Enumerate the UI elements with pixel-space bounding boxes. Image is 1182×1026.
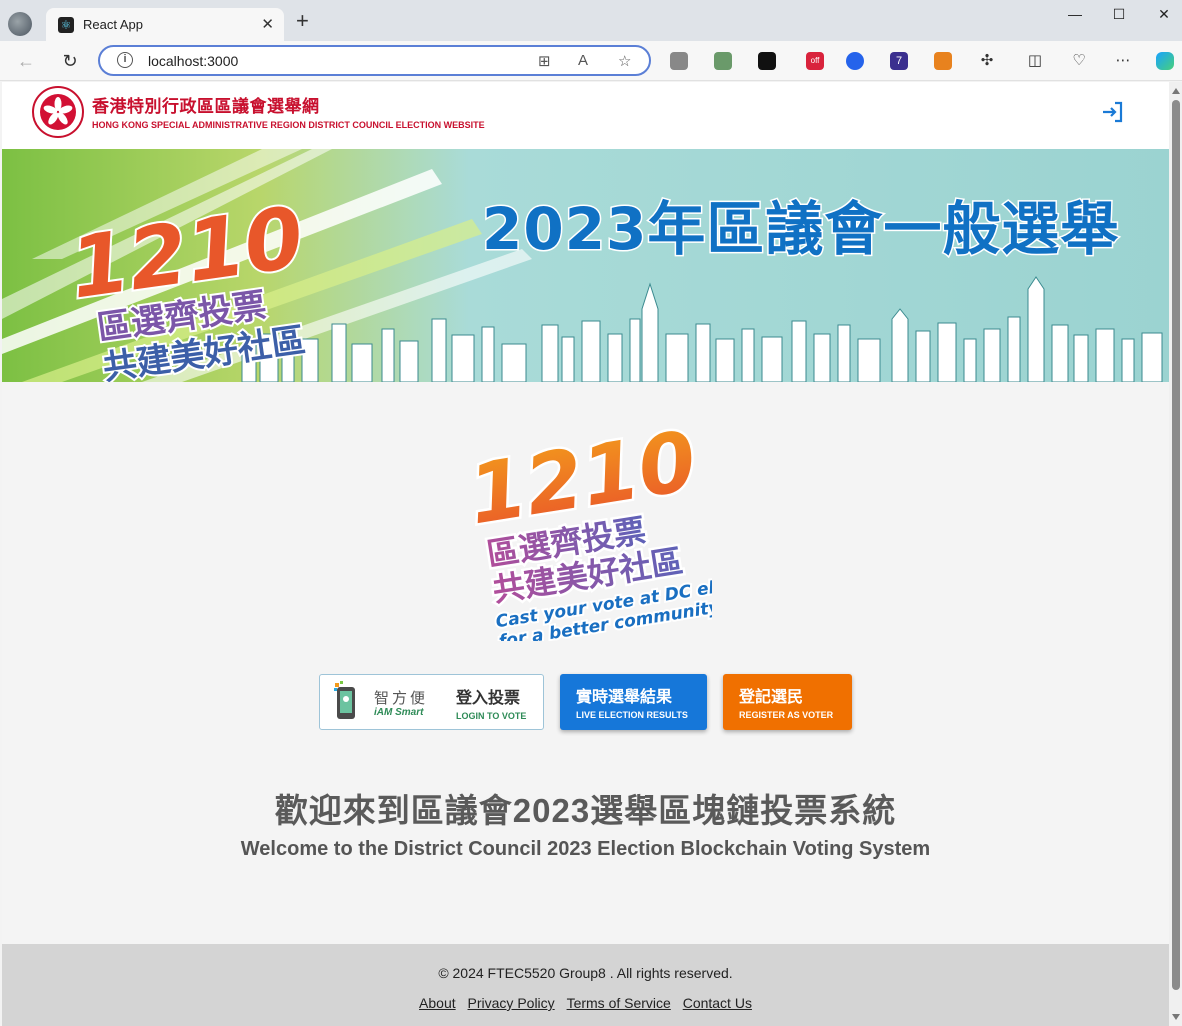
tab-react-app[interactable]: ⚛ React App ✕ <box>46 8 284 41</box>
iam-smart-login-button[interactable]: 智方便 iAM Smart 登入投票 LOGIN TO VOTE <box>319 674 544 730</box>
back-button[interactable]: ← <box>14 49 38 73</box>
election-banner: 1210 區選齊投票 共建美好社區 2023年區議會一般選舉 <box>2 149 1169 382</box>
address-bar[interactable]: i localhost:3000 ⊞ A ☆ <box>98 45 651 76</box>
extension-1-icon[interactable] <box>670 52 688 70</box>
more-menu-icon[interactable]: ⋯ <box>1114 52 1132 70</box>
iam-brand-zh: 智方便 <box>374 690 429 707</box>
register-en: REGISTER AS VOTER <box>739 710 834 720</box>
refresh-button[interactable]: ↻ <box>58 49 82 73</box>
extension-6-icon[interactable]: 7 <box>890 52 908 70</box>
extensions-puzzle-icon[interactable]: ✣ <box>978 52 996 70</box>
copilot-icon[interactable] <box>1156 52 1174 70</box>
read-aloud-icon[interactable]: A <box>578 52 588 69</box>
site-title-en: HONG KONG SPECIAL ADMINISTRATIVE REGION … <box>92 120 485 130</box>
scroll-thumb[interactable] <box>1172 100 1180 990</box>
copyright-text: © 2024 FTEC5520 Group8 . All rights rese… <box>438 965 733 981</box>
close-window-button[interactable]: ✕ <box>1141 6 1182 28</box>
close-tab-icon[interactable]: ✕ <box>261 15 274 33</box>
split-screen-icon[interactable]: ◫ <box>1026 52 1044 70</box>
extension-2-icon[interactable] <box>714 52 732 70</box>
register-voter-button[interactable]: 登記選民 REGISTER AS VOTER <box>723 674 852 730</box>
metamask-icon[interactable] <box>934 52 952 70</box>
extension-4-icon[interactable]: off <box>806 52 824 70</box>
maximize-button[interactable]: ☐ <box>1096 6 1142 28</box>
login-icon[interactable] <box>1100 99 1126 125</box>
tab-strip: ⚛ React App ✕ + — ☐ ✕ <box>0 0 1182 41</box>
footer-links: About Privacy Policy Terms of Service Co… <box>2 995 1169 1011</box>
main-slogan-logo: 1210 區選齊投票 共建美好社區 Cast your vote at DC e… <box>462 416 712 641</box>
welcome-heading-zh: 歡迎來到區議會2023選舉區塊鏈投票系統 <box>274 792 897 829</box>
url-text[interactable]: localhost:3000 <box>148 53 238 69</box>
minimize-button[interactable]: — <box>1052 6 1098 28</box>
site-footer: © 2024 FTEC5520 Group8 . All rights rese… <box>2 944 1169 1026</box>
live-results-en: LIVE ELECTION RESULTS <box>576 710 688 720</box>
footer-link-terms[interactable]: Terms of Service <box>567 995 671 1011</box>
footer-link-privacy[interactable]: Privacy Policy <box>468 995 555 1011</box>
page-viewport: 香港特別行政區區議會選舉網 HONG KONG SPECIAL ADMINIST… <box>2 82 1169 1026</box>
browser-toolbar: ← ↻ i localhost:3000 ⊞ A ☆ off 7 ✣ ◫ ♡ ⋯ <box>0 41 1182 81</box>
favorite-star-icon[interactable]: ☆ <box>618 52 631 70</box>
iam-brand-en: iAM Smart <box>374 707 424 718</box>
welcome-heading-en: Welcome to the District Council 2023 Ele… <box>240 838 931 860</box>
site-info-icon[interactable]: i <box>117 52 133 68</box>
live-results-zh: 實時選舉結果 <box>576 689 673 706</box>
live-results-button[interactable]: 實時選舉結果 LIVE ELECTION RESULTS <box>560 674 707 730</box>
extension-3-icon[interactable] <box>758 52 776 70</box>
banner-title: 2023年區議會一般選舉 <box>480 194 1120 265</box>
page-scrollbar[interactable] <box>1169 82 1182 1026</box>
hksar-emblem-icon <box>32 86 84 138</box>
iam-smart-icon <box>334 681 355 719</box>
site-header: 香港特別行政區區議會選舉網 HONG KONG SPECIAL ADMINIST… <box>2 82 1169 149</box>
iam-login-en: LOGIN TO VOTE <box>456 711 527 721</box>
react-icon: ⚛ <box>58 17 74 33</box>
site-title-zh: 香港特別行政區區議會選舉網 <box>92 97 320 116</box>
footer-link-contact[interactable]: Contact Us <box>683 995 752 1011</box>
scroll-down-arrow-icon[interactable] <box>1172 1014 1180 1020</box>
profile-avatar[interactable] <box>8 12 32 36</box>
scroll-up-arrow-icon[interactable] <box>1172 88 1180 94</box>
tab-title: React App <box>83 17 143 32</box>
footer-link-about[interactable]: About <box>419 995 456 1011</box>
app-available-icon[interactable]: ⊞ <box>538 52 551 70</box>
browser-window: ⚛ React App ✕ + — ☐ ✕ ← ↻ i localhost:30… <box>0 0 1182 1026</box>
browser-essentials-icon[interactable]: ♡ <box>1070 52 1088 70</box>
new-tab-button[interactable]: + <box>296 10 309 32</box>
register-zh: 登記選民 <box>739 689 804 706</box>
iam-login-zh: 登入投票 <box>456 690 521 707</box>
extension-5-icon[interactable] <box>846 52 864 70</box>
